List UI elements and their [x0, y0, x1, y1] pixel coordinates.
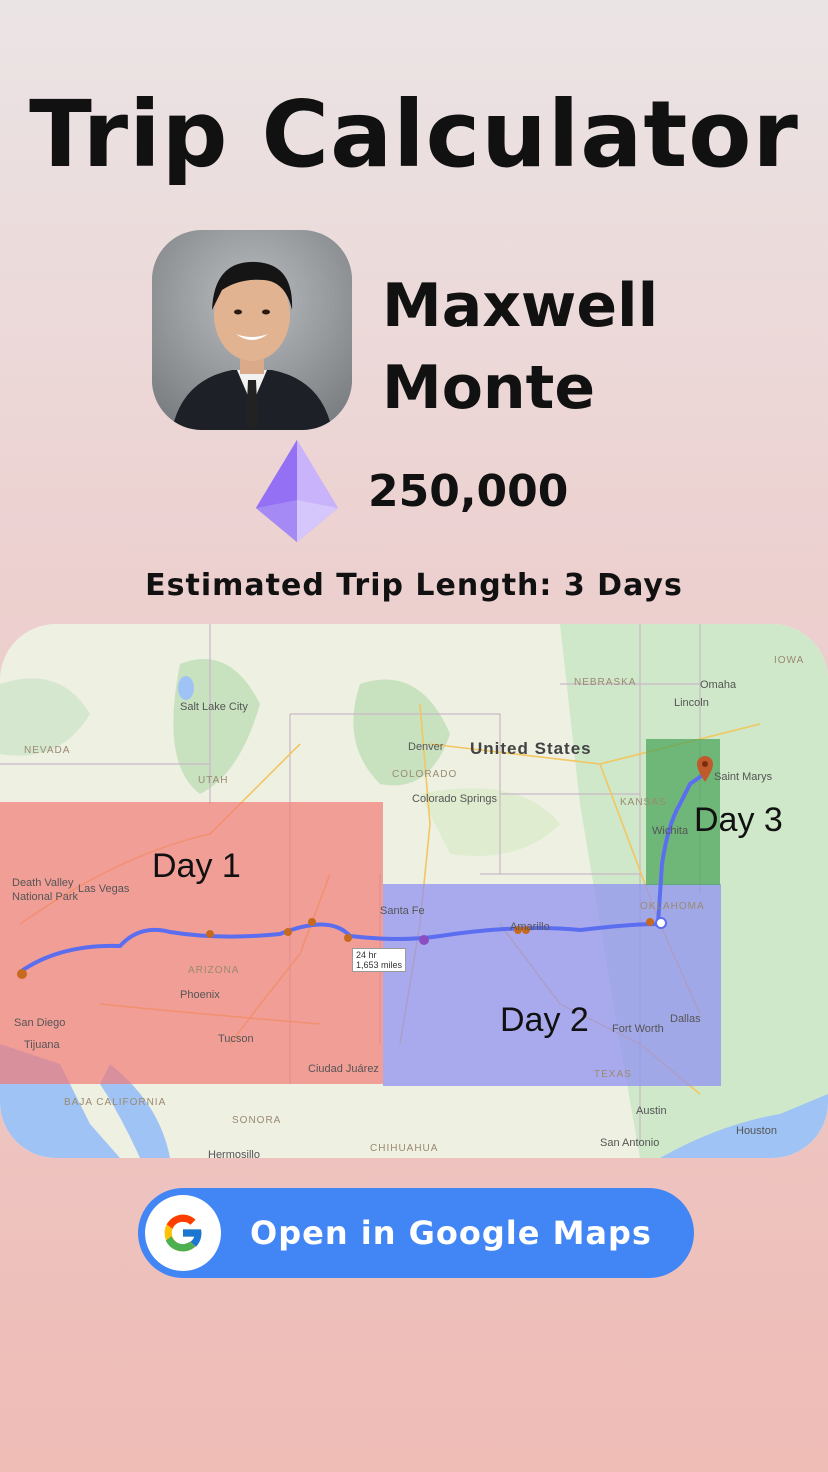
map-label-baja: BAJA CALIFORNIA [64, 1097, 167, 1108]
map-label-hermosillo: Hermosillo [208, 1149, 260, 1158]
map-label-houston: Houston [736, 1125, 777, 1137]
map-label-texas: TEXAS [594, 1069, 632, 1080]
page-title: Trip Calculator [29, 81, 799, 188]
google-g-icon [164, 1214, 203, 1252]
map-label-nevada: NEVADA [24, 745, 71, 756]
route-time: 24 hr [356, 950, 377, 960]
day-2-region [383, 884, 721, 1086]
points-value: 250,000 [368, 466, 569, 517]
day-1-label: Day 1 [152, 847, 241, 885]
map-label-arizona: ARIZONA [188, 965, 240, 976]
map-label-sonora: SONORA [232, 1115, 282, 1126]
avatar [152, 230, 352, 430]
map-label-colorado: COLORADO [392, 769, 458, 780]
person-portrait-icon [152, 230, 352, 430]
open-google-maps-button[interactable]: Open in Google Maps [138, 1188, 694, 1278]
route-distance: 1,653 miles [356, 960, 403, 970]
profile-first-name: Maxwell [382, 271, 659, 341]
map-label-nebraska: NEBRASKA [574, 677, 637, 688]
profile-name: Maxwell Monte [382, 265, 658, 429]
map-label-saint-marys: Saint Marys [714, 771, 773, 783]
purple-crystal-icon [256, 440, 338, 542]
map-label-phoenix: Phoenix [180, 989, 220, 1001]
map-label-salt-lake: Salt Lake City [180, 701, 248, 713]
map-label-colorado-springs: Colorado Springs [412, 793, 497, 805]
map-label-denver: Denver [408, 741, 444, 753]
map-label-lincoln: Lincoln [674, 697, 709, 709]
map-label-fort-worth: Fort Worth [612, 1023, 664, 1035]
map-label-death-valley: Death Valley National Park [12, 877, 79, 903]
map-label-chihuahua: CHIHUAHUA [370, 1143, 439, 1154]
map-label-austin: Austin [636, 1105, 667, 1117]
google-logo-badge [145, 1195, 221, 1271]
map-label-san-antonio: San Antonio [600, 1137, 660, 1149]
map-label-santa-fe: Santa Fe [380, 905, 425, 917]
route-map[interactable]: 24 hr 1,653 miles United States NEVADA U… [0, 624, 828, 1158]
map-label-ciudad-juarez: Ciudad Juárez [308, 1063, 379, 1075]
map-label-tijuana: Tijuana [24, 1039, 60, 1051]
open-google-maps-label: Open in Google Maps [250, 1214, 652, 1252]
map-label-tucson: Tucson [218, 1033, 254, 1045]
day-3-label: Day 3 [694, 801, 783, 839]
map-label-amarillo: Amarillo [510, 921, 550, 933]
map-label-las-vegas: Las Vegas [78, 883, 130, 895]
route-duration-badge: 24 hr 1,653 miles [352, 948, 407, 972]
map-label-omaha: Omaha [700, 679, 737, 691]
trip-estimate: Estimated Trip Length: 3 Days [145, 568, 683, 603]
profile-last-name: Monte [382, 353, 596, 423]
map-country-label: United States [470, 739, 592, 758]
day-2-label: Day 2 [500, 1001, 589, 1039]
map-label-iowa: IOWA [774, 655, 805, 666]
map-label-wichita: Wichita [652, 825, 689, 837]
map-label-kansas: KANSAS [620, 797, 667, 808]
map-label-san-diego: San Diego [14, 1017, 66, 1029]
map-label-utah: UTAH [198, 775, 229, 786]
map-label-dallas: Dallas [670, 1013, 701, 1025]
map-label-oklahoma: OKLAHOMA [640, 901, 705, 912]
